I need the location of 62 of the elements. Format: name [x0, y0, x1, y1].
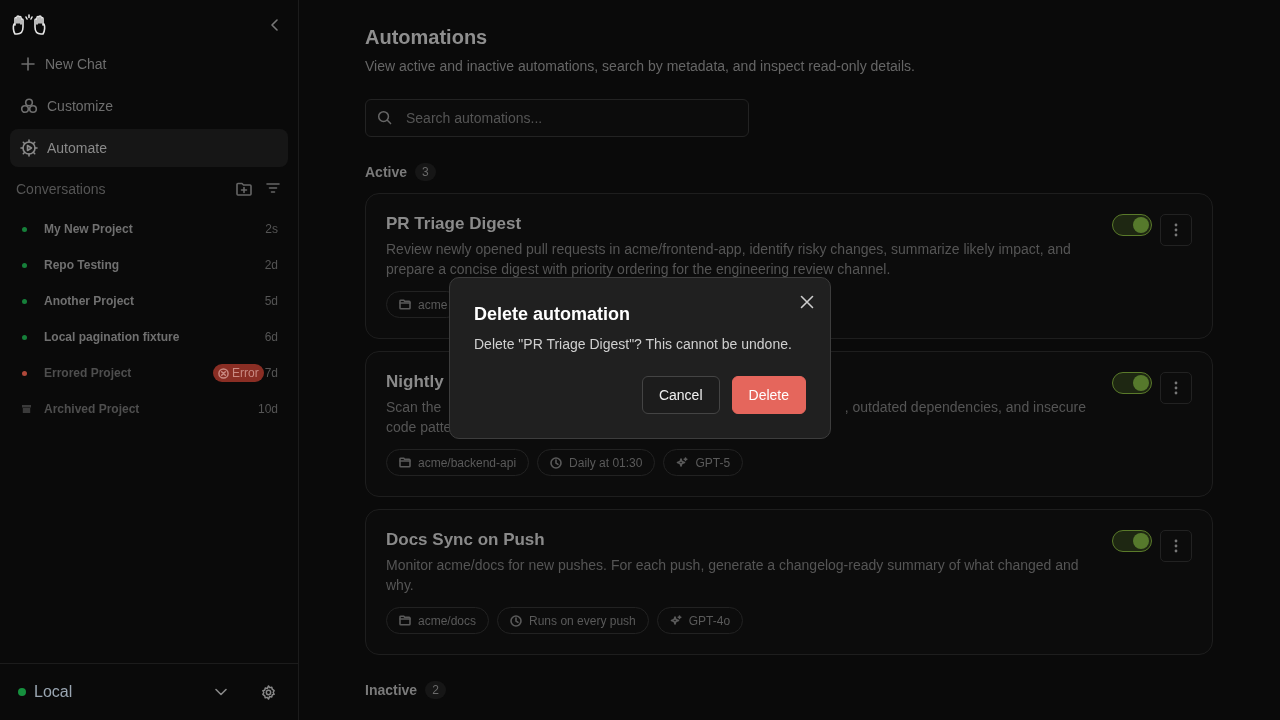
settings-icon[interactable] [261, 684, 276, 700]
circles-icon [20, 97, 38, 115]
clock-icon [510, 614, 523, 627]
clock-icon [550, 456, 563, 469]
timestamp: 2s [265, 222, 278, 236]
timestamp: 10d [257, 402, 278, 416]
delete-button[interactable]: Delete [731, 376, 806, 414]
conversation-title[interactable]: Local pagination fixture [44, 330, 265, 344]
archive-icon [22, 405, 31, 413]
nav-item[interactable]: New Chat [10, 45, 288, 83]
search-field[interactable]: Search automations... [365, 99, 749, 137]
search-icon [377, 110, 392, 125]
automation-title: Docs Sync on Push [386, 530, 546, 550]
folder-icon [399, 615, 411, 626]
dots-icon [1174, 539, 1178, 553]
description-fragment: , outdated dependencies, and insecure [844, 398, 1086, 417]
page-subtitle: View active and inactive automations, search by metadata, and inspect read-only details. [365, 58, 916, 74]
dialog-title: Delete automation [474, 304, 632, 325]
logo-icon [12, 14, 46, 36]
timestamp: 5d [264, 294, 278, 308]
chevron-left-icon[interactable] [270, 19, 280, 31]
automation-description: Review newly opened pull requests in acme/frontend-app, identify risky changes, summarize likely impact, and prepare a concise digest with priority ordering for the engineering review channel. [386, 240, 1072, 279]
section-heading: Inactive [365, 682, 418, 698]
page-title: Automations [365, 26, 489, 49]
close-icon[interactable] [800, 295, 814, 309]
timestamp: 2d [264, 258, 278, 272]
count-badge: 3 [415, 163, 436, 181]
automation-title: PR Triage Digest [386, 214, 523, 234]
plus-icon [20, 56, 36, 72]
dots-icon [1174, 223, 1178, 237]
nav-item[interactable]: Customize [10, 87, 288, 125]
filter-icon[interactable] [266, 182, 280, 196]
dialog-message: Delete "PR Triage Digest"? This cannot be undone. [474, 336, 793, 352]
conversation-title[interactable]: Archived Project [44, 402, 258, 416]
conversation-title[interactable]: Errored Project [44, 366, 213, 380]
automation-title: Nightly [386, 372, 445, 392]
conversation-title[interactable]: My New Project [44, 222, 266, 236]
description-fragment: code patte [386, 417, 452, 437]
section-heading: Active [365, 164, 408, 180]
sparkle-icon [669, 614, 682, 627]
timestamp: 7d [264, 366, 278, 380]
count-badge: 2 [425, 681, 446, 699]
description-fragment: Scan the [386, 398, 442, 417]
folder-icon [399, 299, 411, 310]
folder-icon [399, 457, 411, 468]
dots-icon [1174, 381, 1178, 395]
timestamp: 6d [264, 330, 278, 344]
conversation-title[interactable]: Repo Testing [44, 258, 265, 272]
nav-item[interactable]: Automate [10, 129, 288, 167]
gear-icon [20, 139, 38, 157]
error-badge: Error [212, 364, 264, 382]
sparkle-icon [676, 456, 689, 469]
toggle-switch[interactable] [1112, 214, 1152, 236]
automation-description: Monitor acme/docs for new pushes. For each push, generate a changelog-ready summary of what changed and why. [386, 556, 1080, 595]
environment-selector[interactable]: Local [34, 683, 207, 701]
toggle-switch[interactable] [1112, 530, 1152, 552]
conversation-title[interactable]: Another Project [44, 294, 265, 308]
new-folder-icon[interactable] [236, 182, 252, 196]
section-heading: Conversations [16, 181, 106, 197]
chevron-down-icon[interactable] [215, 688, 227, 696]
toggle-switch[interactable] [1112, 372, 1152, 394]
cancel-button[interactable]: Cancel [641, 376, 720, 414]
